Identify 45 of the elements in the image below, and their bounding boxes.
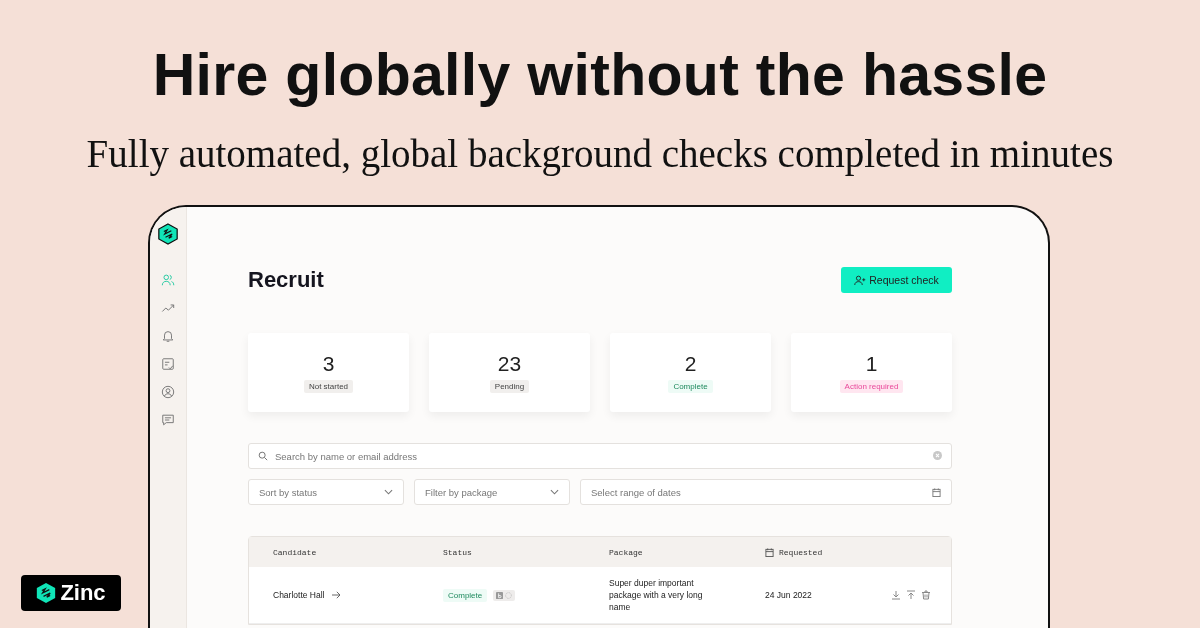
page-title: Recruit — [248, 267, 324, 293]
date-range-field[interactable]: Select range of dates — [580, 479, 952, 505]
column-header: Package — [609, 547, 644, 557]
request-check-button[interactable]: Request check — [841, 267, 952, 293]
search-icon — [258, 451, 268, 461]
subheadline: Fully automated, global background checks completed in minutes — [86, 132, 1114, 176]
stat-count: 3 — [322, 352, 335, 376]
message-icon[interactable] — [161, 413, 175, 427]
logo-icon — [36, 582, 57, 604]
status-tag: Action required — [839, 380, 904, 393]
calendar-icon — [765, 547, 774, 557]
status-tag: Complete — [668, 380, 713, 393]
table-cell-text: 24 Jun 2022 — [765, 590, 813, 600]
chevron-down-icon — [384, 489, 393, 495]
add-person-icon — [854, 274, 867, 286]
brand-name: Zinc — [60, 580, 106, 606]
column-header: Requested — [779, 547, 823, 557]
headline: Hire globally without the hassle — [152, 41, 1048, 110]
column-header: Status — [443, 547, 473, 557]
people-icon[interactable] — [161, 273, 175, 287]
arrow-right-icon[interactable] — [330, 591, 341, 599]
status-tag: Pending — [489, 380, 530, 393]
stat-count: 23 — [497, 352, 522, 376]
checklist-icon[interactable] — [161, 357, 175, 371]
logo-icon — [158, 223, 178, 245]
check-indicators — [493, 589, 516, 601]
table-cell-text: Super duper important package with a very long name — [609, 577, 704, 613]
chevron-down-icon — [550, 489, 559, 495]
clear-icon[interactable] — [933, 451, 942, 460]
account-icon[interactable] — [161, 385, 175, 399]
search-field[interactable]: Search by name or email address — [248, 443, 952, 469]
trash-icon[interactable] — [921, 590, 931, 600]
status-tag: Complete — [443, 588, 488, 602]
filter-dropdown[interactable]: Filter by package — [414, 479, 570, 505]
calendar-icon — [932, 487, 941, 497]
filter-dropdown[interactable]: Sort by status — [248, 479, 404, 505]
bell-icon[interactable] — [161, 329, 175, 343]
column-header: Candidate — [273, 547, 318, 557]
candidate-name[interactable]: Charlotte Hall — [273, 590, 325, 600]
stat-count: 1 — [865, 352, 878, 376]
trend-icon[interactable] — [161, 301, 175, 315]
download-icon[interactable] — [891, 590, 901, 600]
status-tag: Not started — [303, 380, 354, 393]
upload-icon[interactable] — [906, 590, 916, 600]
stat-count: 2 — [684, 352, 697, 376]
